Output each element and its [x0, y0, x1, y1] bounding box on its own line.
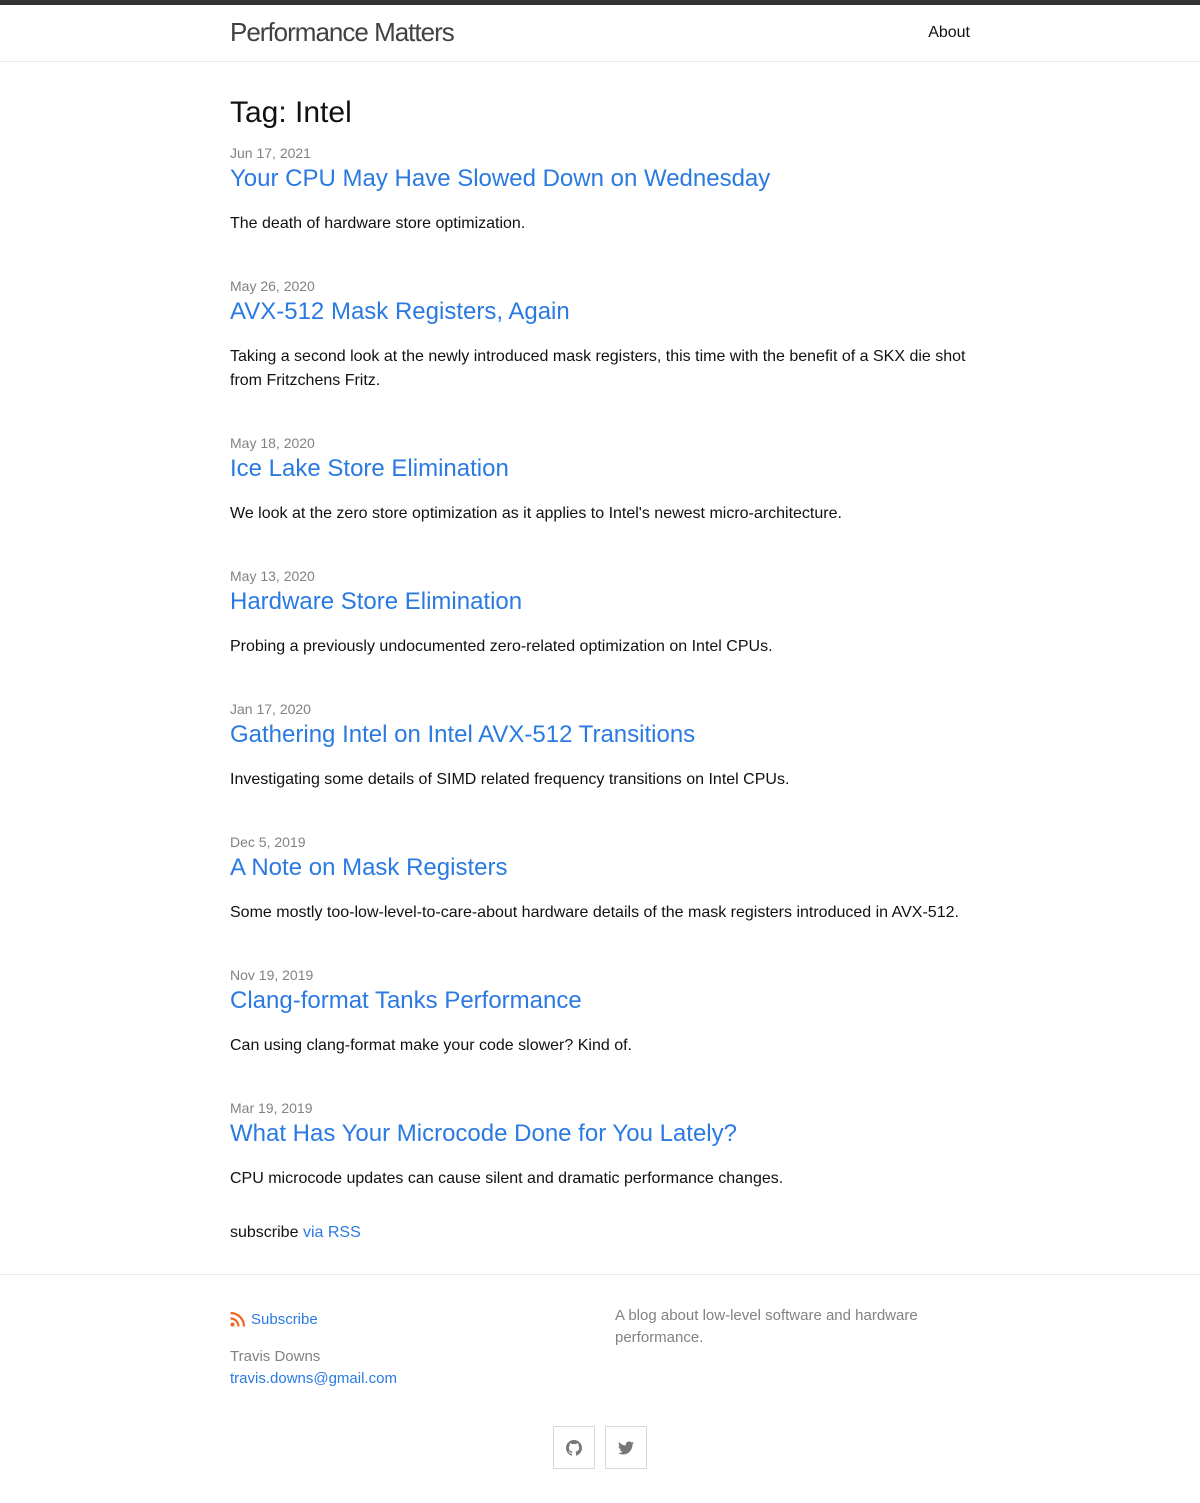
footer-social-links	[0, 1426, 1200, 1469]
rss-prefix-text: subscribe	[230, 1224, 299, 1241]
post-spacer	[230, 393, 970, 433]
post-list-item: Dec 5, 2019 A Note on Mask Registers Som…	[230, 832, 970, 965]
post-date: May 26, 2020	[230, 278, 315, 294]
post-spacer	[230, 792, 970, 832]
post-title-link[interactable]: Your CPU May Have Slowed Down on Wednesd…	[230, 163, 970, 195]
post-list-item: Mar 19, 2019 What Has Your Microcode Don…	[230, 1098, 970, 1191]
github-icon	[566, 1439, 582, 1456]
post-excerpt: Some mostly too-low-level-to-care-about …	[230, 904, 959, 921]
rss-feed-link[interactable]: via RSS	[303, 1224, 361, 1241]
twitter-link[interactable]	[605, 1426, 647, 1469]
post-list-item: Jun 17, 2021 Your CPU May Have Slowed Do…	[230, 143, 970, 276]
content-wrapper: Tag: Intel Jun 17, 2021 Your CPU May Hav…	[230, 62, 970, 1245]
post-spacer	[230, 236, 970, 276]
post-title-link[interactable]: AVX-512 Mask Registers, Again	[230, 296, 970, 328]
site-title-link[interactable]: Performance Matters	[230, 17, 455, 47]
post-spacer	[230, 526, 970, 566]
footer-description: A blog about low-level software and hard…	[615, 1307, 918, 1346]
post-excerpt: Can using clang-format make your code sl…	[230, 1037, 632, 1054]
post-date: May 13, 2020	[230, 568, 315, 584]
post-title-link[interactable]: A Note on Mask Registers	[230, 852, 970, 884]
post-date: Dec 5, 2019	[230, 834, 306, 850]
post-excerpt: We look at the zero store optimization a…	[230, 505, 842, 522]
page-heading: Tag: Intel	[230, 96, 352, 129]
post-date: Mar 19, 2019	[230, 1100, 313, 1116]
post-title-link[interactable]: Ice Lake Store Elimination	[230, 453, 970, 485]
footer-column-contact: Subscribe Travis Downs travis.downs@gmai…	[230, 1309, 600, 1390]
post-date: Jan 17, 2020	[230, 701, 311, 717]
post-spacer	[230, 1058, 970, 1098]
rss-icon	[230, 1311, 246, 1327]
post-excerpt: Investigating some details of SIMD relat…	[230, 771, 790, 788]
footer-author-name: Travis Downs	[230, 1348, 321, 1365]
post-spacer	[230, 659, 970, 699]
footer-subscribe-row: Subscribe	[230, 1309, 600, 1329]
post-list-item: Jan 17, 2020 Gathering Intel on Intel AV…	[230, 699, 970, 832]
post-excerpt: Probing a previously undocumented zero-r…	[230, 638, 773, 655]
footer-author-email[interactable]: travis.downs@gmail.com	[230, 1368, 600, 1390]
github-link[interactable]	[553, 1426, 595, 1469]
post-title-link[interactable]: Hardware Store Elimination	[230, 586, 970, 618]
post-date: Nov 19, 2019	[230, 967, 314, 983]
post-list-item: Nov 19, 2019 Clang-format Tanks Performa…	[230, 965, 970, 1098]
post-title-link[interactable]: Gathering Intel on Intel AVX-512 Transit…	[230, 719, 970, 751]
site-footer: Subscribe Travis Downs travis.downs@gmai…	[0, 1274, 1200, 1503]
post-spacer	[230, 925, 970, 965]
post-date: May 18, 2020	[230, 435, 315, 451]
post-list-item: May 13, 2020 Hardware Store Elimination …	[230, 566, 970, 699]
post-title-link[interactable]: Clang-format Tanks Performance	[230, 985, 970, 1017]
post-excerpt: The death of hardware store optimization…	[230, 215, 526, 232]
post-title-link[interactable]: What Has Your Microcode Done for You Lat…	[230, 1118, 970, 1150]
post-list-item: May 18, 2020 Ice Lake Store Elimination …	[230, 433, 970, 566]
twitter-icon	[618, 1440, 634, 1456]
post-list-item: May 26, 2020 AVX-512 Mask Registers, Aga…	[230, 276, 970, 433]
post-excerpt: Taking a second look at the newly introd…	[230, 348, 966, 389]
footer-subscribe-link[interactable]: Subscribe	[251, 1311, 318, 1328]
page-content: Tag: Intel Jun 17, 2021 Your CPU May Hav…	[0, 62, 1200, 1245]
rss-subscribe: subscribe via RSS	[230, 1221, 970, 1245]
site-header: Performance Matters About	[0, 5, 1200, 62]
nav-about-link[interactable]: About	[928, 23, 970, 43]
post-list: Jun 17, 2021 Your CPU May Have Slowed Do…	[230, 143, 970, 1191]
post-excerpt: CPU microcode updates can cause silent a…	[230, 1170, 784, 1187]
post-date: Jun 17, 2021	[230, 145, 311, 161]
